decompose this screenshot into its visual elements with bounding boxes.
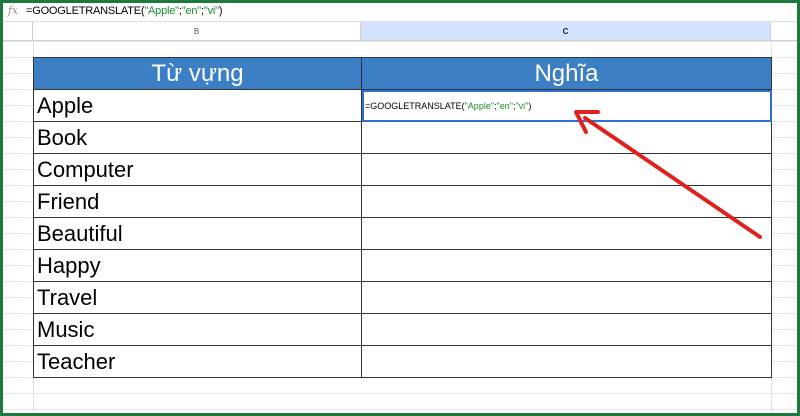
red-arrow-annotation bbox=[574, 110, 762, 239]
